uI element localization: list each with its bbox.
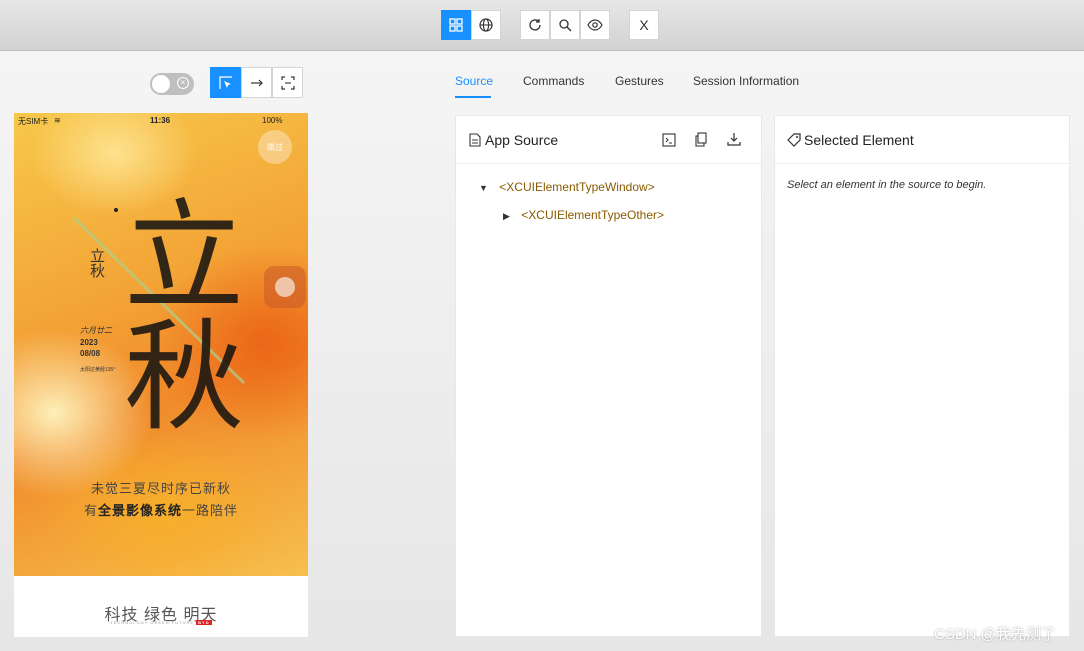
app-source-title: App Source (485, 132, 559, 148)
tree-node-label[interactable]: <XCUIElementTypeWindow> (499, 180, 654, 194)
caret-right-icon[interactable]: ▶ (503, 211, 510, 222)
tree-node-label[interactable]: <XCUIElementTypeOther> (521, 208, 664, 222)
download-icon[interactable] (727, 132, 741, 146)
swipe-button[interactable] (241, 67, 272, 98)
web-mode-button[interactable] (471, 10, 501, 40)
top-toolbar: X (0, 0, 1084, 51)
search-icon (559, 19, 572, 32)
toggle-visibility-button[interactable] (580, 10, 610, 40)
tag-icon (787, 133, 801, 147)
app-source-header: App Source (456, 116, 761, 164)
poster-date: 08/08 (80, 349, 101, 358)
poster-line-1: 未觉三夏尽时序已新秋 (90, 481, 231, 496)
solar-term-note: 太阳达黄经135° (80, 367, 116, 373)
select-elements-button[interactable] (210, 67, 241, 98)
tree-node-window[interactable]: ▼ <XCUIElementTypeWindow> (479, 180, 655, 194)
poster-small-title: 立秋 (88, 248, 106, 278)
tab-commands[interactable]: Commands (523, 74, 584, 88)
tab-gestures[interactable]: Gestures (615, 74, 664, 88)
select-cursor-icon (218, 75, 232, 89)
tab-session-information[interactable]: Session Information (693, 74, 799, 88)
poster-year: 2023 (80, 338, 98, 347)
close-session-button[interactable]: X (629, 10, 659, 40)
globe-icon (479, 18, 493, 32)
poster-big-title: 立秋 (103, 193, 242, 433)
poster-line-2-prefix: 有 (83, 503, 98, 518)
poster-line-2: 有全景影像系统一路陪伴 (14, 500, 308, 519)
caret-down-icon[interactable]: ▼ (479, 183, 488, 193)
copy-icon[interactable] (695, 132, 708, 147)
poster-line-2-bold: 全景影像系统 (97, 503, 182, 518)
fullscreen-icon (280, 75, 295, 90)
wifi-icon: ≋ (54, 116, 61, 125)
close-circle-icon: × (177, 77, 189, 89)
toggle-knob (152, 75, 170, 93)
assistive-touch-button[interactable] (264, 266, 306, 308)
status-time: 11:36 (150, 116, 171, 125)
native-app-mode-button[interactable] (441, 10, 471, 40)
selected-element-header: Selected Element (775, 116, 1069, 164)
tree-node-other[interactable]: ▶ <XCUIElementTypeOther> (503, 208, 664, 222)
arrow-right-icon (250, 79, 263, 86)
search-button[interactable] (550, 10, 580, 40)
splash-poster: 无SIM卡 ≋ 11:36 100% 跳过 立秋 立秋 六月廿二 2023 08… (14, 113, 308, 576)
file-icon (469, 133, 481, 147)
app-source-panel: App Source ▼ <XCUIElementTypeWindow> ▶ <… (455, 115, 762, 637)
selected-element-panel: Selected Element Select an element in th… (774, 115, 1070, 637)
footer-slogan-en: TECHNOLOGY GREEN FUTURE BYD (14, 620, 308, 625)
brand-logo: BYD (196, 620, 212, 625)
terminal-icon[interactable] (662, 133, 676, 147)
watermark: CSDN @我先测了 (934, 626, 1056, 643)
refresh-button[interactable] (520, 10, 550, 40)
active-tab-indicator (455, 96, 491, 98)
carrier-status: 无SIM卡 (18, 117, 49, 126)
eye-icon (587, 19, 603, 31)
device-screenshot[interactable]: 无SIM卡 ≋ 11:36 100% 跳过 立秋 立秋 六月廿二 2023 08… (14, 113, 308, 637)
skip-button[interactable]: 跳过 (258, 130, 292, 164)
footer-en-text: TECHNOLOGY GREEN FUTURE (110, 620, 195, 625)
tap-coordinates-button[interactable] (272, 67, 303, 98)
skip-label: 跳过 (267, 142, 283, 152)
poster-line-2-suffix: 一路陪伴 (182, 503, 239, 518)
battery-status: 100% (262, 116, 283, 125)
lunar-date: 六月廿二 (80, 326, 112, 335)
selected-element-hint: Select an element in the source to begin… (787, 179, 987, 191)
selected-element-title: Selected Element (804, 132, 914, 148)
toggle-switch[interactable]: × (150, 73, 194, 95)
close-label: X (639, 17, 649, 33)
refresh-icon (529, 19, 541, 31)
tab-source[interactable]: Source (455, 74, 493, 88)
grid-icon (449, 18, 463, 32)
